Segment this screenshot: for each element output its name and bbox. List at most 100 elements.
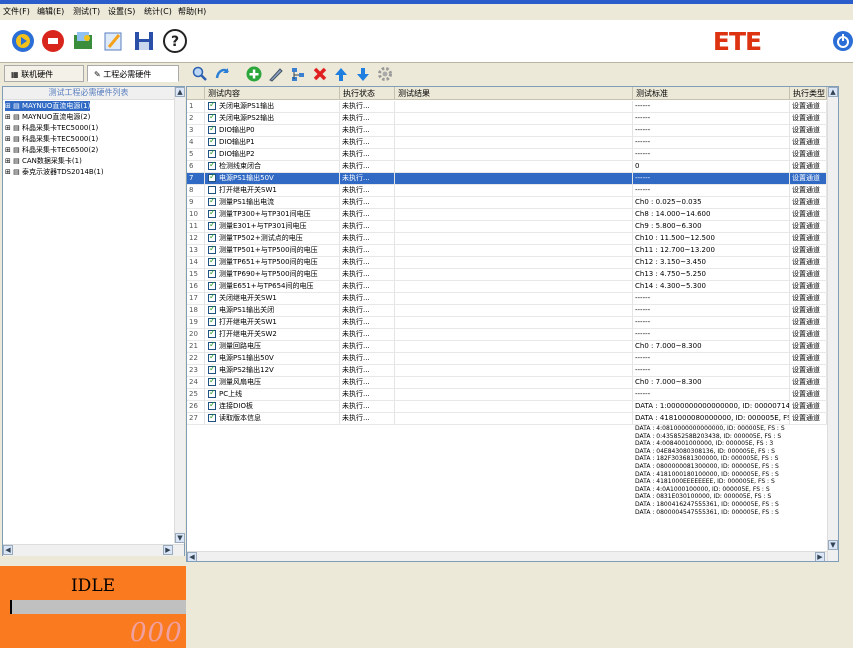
row-enable-checkbox[interactable] bbox=[208, 280, 216, 290]
settings-tree-icon[interactable] bbox=[290, 66, 306, 82]
edit-pencil-icon[interactable] bbox=[268, 66, 284, 82]
table-row[interactable]: 10 测量TP300+与TP301间电压 未执行... Ch8 : 14.000~14… bbox=[187, 208, 827, 221]
row-enable-checkbox[interactable] bbox=[208, 388, 216, 398]
row-enable-checkbox[interactable] bbox=[208, 208, 216, 218]
row-enable-checkbox[interactable] bbox=[208, 172, 216, 182]
delete-icon[interactable] bbox=[312, 66, 328, 82]
run-icon[interactable] bbox=[10, 28, 36, 54]
expand-icon[interactable]: ⊞ bbox=[5, 102, 11, 110]
row-enable-checkbox[interactable] bbox=[208, 148, 216, 158]
help-icon[interactable]: ? bbox=[162, 28, 188, 54]
left-vertical-scrollbar[interactable]: ▲ ▼ bbox=[174, 87, 185, 543]
table-row[interactable]: 15 测量TP690+与TP500间的电压 未执行... Ch13 : 4.750~5… bbox=[187, 268, 827, 281]
list-item[interactable]: ⊞ ▤ 科晶采集卡TEC5000(1) bbox=[5, 134, 98, 144]
row-enable-checkbox[interactable] bbox=[208, 112, 216, 122]
list-item[interactable]: ⊞ ▤ MAYNUO直流电源(1) bbox=[5, 101, 91, 111]
table-row[interactable]: 3 DIO输出P0 未执行... ------ 设置通道 bbox=[187, 124, 827, 137]
grid-header-result[interactable]: 测试结果 bbox=[395, 87, 633, 100]
table-row[interactable]: 4 DIO输出P1 未执行... ------ 设置通道 bbox=[187, 136, 827, 149]
expand-icon[interactable]: ⊞ bbox=[5, 124, 11, 132]
grid-header-content[interactable]: 测试内容 bbox=[205, 87, 340, 100]
menu-file[interactable]: 文件(F) bbox=[3, 6, 30, 17]
row-enable-checkbox[interactable] bbox=[208, 304, 216, 314]
menu-settings[interactable]: 设置(S) bbox=[108, 6, 135, 17]
row-enable-checkbox[interactable] bbox=[208, 340, 216, 350]
move-down-icon[interactable] bbox=[355, 66, 371, 82]
table-row[interactable]: 24 测量风扇电压 未执行... Ch0 : 7.000~8.300 设置通道 bbox=[187, 376, 827, 389]
table-row[interactable]: 27 读取版本信息 未执行... DATA : 4181000080000000, I… bbox=[187, 412, 827, 425]
move-up-icon[interactable] bbox=[333, 66, 349, 82]
grid-horizontal-scrollbar[interactable]: ◀ ▶ bbox=[187, 551, 827, 561]
table-row[interactable]: 1 关闭电源PS1输出 未执行... ------ 设置通道 bbox=[187, 100, 827, 113]
table-row[interactable]: 8 打开继电开关SW1 未执行... ------ 设置通道 bbox=[187, 185, 827, 197]
grid-vertical-scrollbar[interactable]: ▲ ▼ bbox=[827, 87, 838, 561]
open-icon[interactable] bbox=[70, 28, 96, 54]
left-horizontal-scrollbar[interactable]: ◀ ▶ bbox=[3, 544, 184, 556]
table-row[interactable]: 20 打开继电开关SW2 未执行... ------ 设置通道 bbox=[187, 328, 827, 341]
save-icon[interactable] bbox=[131, 28, 157, 54]
table-row[interactable]: 11 测量E301+与TP301间电压 未执行... Ch9 : 5.800~6.30… bbox=[187, 220, 827, 233]
table-row[interactable]: 23 电源PS2输出12V 未执行... ------ 设置通道 bbox=[187, 364, 827, 377]
power-icon[interactable] bbox=[830, 28, 853, 54]
list-item[interactable]: ⊞ ▤ 泰克示波器TDS2014B(1) bbox=[5, 167, 104, 177]
row-enable-checkbox[interactable] bbox=[208, 196, 216, 206]
tab-online-hardware[interactable]: ▦ 联机硬件 bbox=[4, 65, 84, 82]
row-enable-checkbox[interactable] bbox=[208, 328, 216, 338]
expand-icon[interactable]: ⊞ bbox=[5, 146, 11, 154]
table-row[interactable]: 21 测量回路电压 未执行... Ch0 : 7.000~8.300 设置通道 bbox=[187, 340, 827, 353]
scroll-right-icon[interactable]: ▶ bbox=[815, 552, 825, 561]
table-row[interactable]: 9 测量PS1输出电流 未执行... Ch0 : 0.025~0.035 设置通道 bbox=[187, 196, 827, 209]
stop-icon[interactable] bbox=[40, 28, 66, 54]
row-enable-checkbox[interactable] bbox=[208, 124, 216, 134]
table-row[interactable]: 14 测量TP651+与TP500间的电压 未执行... Ch12 : 3.150~3… bbox=[187, 256, 827, 269]
gear-icon[interactable] bbox=[377, 66, 393, 82]
table-row[interactable]: 25 PC上线 未执行... ------ 设置通道 bbox=[187, 388, 827, 401]
expand-icon[interactable]: ⊞ bbox=[5, 157, 11, 165]
row-enable-checkbox[interactable] bbox=[208, 292, 216, 302]
table-row[interactable]: 26 连接DIO板 未执行... DATA : 1:0000000000000000,… bbox=[187, 400, 827, 413]
row-enable-checkbox[interactable] bbox=[208, 100, 216, 110]
list-item[interactable]: ⊞ ▤ CAN数据采集卡(1) bbox=[5, 156, 82, 166]
menu-edit[interactable]: 编辑(E) bbox=[37, 6, 64, 17]
scroll-left-icon[interactable]: ◀ bbox=[187, 552, 197, 561]
row-enable-checkbox[interactable] bbox=[208, 376, 216, 386]
table-row[interactable]: 13 测量TP501+与TP500间的电压 未执行... Ch11 : 12.700~… bbox=[187, 244, 827, 257]
scroll-down-icon[interactable]: ▼ bbox=[175, 533, 185, 543]
scroll-up-icon[interactable]: ▲ bbox=[828, 87, 838, 97]
add-icon[interactable] bbox=[246, 66, 262, 82]
table-row[interactable]: 6 检测线束闭合 未执行... 0 设置通道 bbox=[187, 160, 827, 173]
row-enable-checkbox[interactable] bbox=[208, 160, 216, 170]
expand-icon[interactable]: ⊞ bbox=[5, 135, 11, 143]
table-row[interactable]: 18 电源PS1输出关闭 未执行... ------ 设置通道 bbox=[187, 304, 827, 317]
grid-header-index[interactable] bbox=[187, 87, 205, 100]
table-row[interactable]: 12 测量TP502+测试点的电压 未执行... Ch10 : 11.500~12.5… bbox=[187, 232, 827, 245]
menu-stats[interactable]: 统计(C) bbox=[144, 6, 172, 17]
expand-icon[interactable]: ⊞ bbox=[5, 168, 11, 176]
grid-header-type[interactable]: 执行类型 bbox=[790, 87, 827, 100]
row-enable-checkbox[interactable] bbox=[208, 268, 216, 278]
grid-header-standard[interactable]: 测试标准 bbox=[633, 87, 790, 100]
table-row[interactable]: 16 测量E651+与TP654间的电压 未执行... Ch14 : 4.300~5.… bbox=[187, 280, 827, 293]
table-row[interactable]: 17 关闭继电开关SW1 未执行... ------ 设置通道 bbox=[187, 292, 827, 305]
edit-icon[interactable] bbox=[100, 28, 126, 54]
row-enable-checkbox[interactable] bbox=[208, 316, 216, 326]
table-row[interactable]: 7 电源PS1输出50V 未执行... ------ 设置通道 bbox=[187, 172, 827, 185]
table-row[interactable]: 22 电源PS1输出50V 未执行... ------ 设置通道 bbox=[187, 352, 827, 365]
row-enable-checkbox[interactable] bbox=[208, 186, 216, 194]
row-enable-checkbox[interactable] bbox=[208, 244, 216, 254]
tab-project-hardware[interactable]: ✎ 工程必需硬件 bbox=[87, 65, 179, 82]
row-enable-checkbox[interactable] bbox=[208, 364, 216, 374]
row-enable-checkbox[interactable] bbox=[208, 256, 216, 266]
row-enable-checkbox[interactable] bbox=[208, 352, 216, 362]
search-icon[interactable] bbox=[192, 66, 208, 82]
row-enable-checkbox[interactable] bbox=[208, 136, 216, 146]
row-enable-checkbox[interactable] bbox=[208, 412, 216, 422]
table-row[interactable]: 5 DIO输出P2 未执行... ------ 设置通道 bbox=[187, 148, 827, 161]
scroll-up-icon[interactable]: ▲ bbox=[175, 87, 185, 97]
scroll-down-icon[interactable]: ▼ bbox=[828, 540, 838, 550]
scroll-right-icon[interactable]: ▶ bbox=[163, 545, 173, 555]
scroll-left-icon[interactable]: ◀ bbox=[3, 545, 13, 555]
table-row[interactable]: 19 打开继电开关SW1 未执行... ------ 设置通道 bbox=[187, 316, 827, 329]
row-enable-checkbox[interactable] bbox=[208, 232, 216, 242]
menu-help[interactable]: 帮助(H) bbox=[178, 6, 206, 17]
